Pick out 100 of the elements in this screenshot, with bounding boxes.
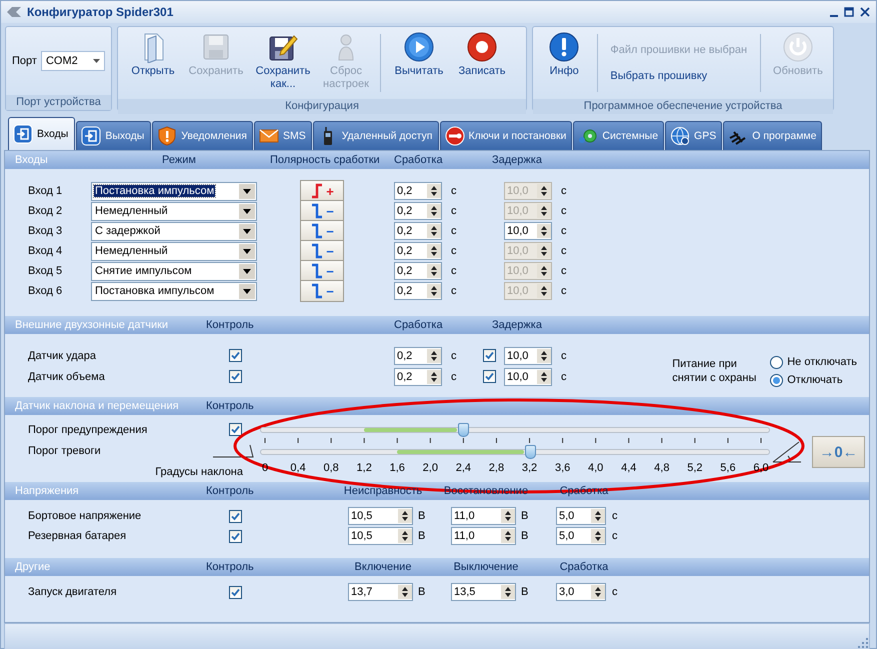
tab[interactable]: Уведомления: [152, 121, 253, 150]
spin-field[interactable]: 10,0: [504, 368, 552, 386]
angle-icon: [772, 440, 802, 464]
checkbox[interactable]: [483, 370, 496, 383]
checkbox[interactable]: [229, 530, 242, 542]
tab[interactable]: GPS: [665, 121, 722, 150]
spin-field[interactable]: 5,0: [556, 507, 606, 525]
info-icon: [548, 31, 580, 63]
spin-arrows-icon: [398, 585, 412, 599]
spin-arrows-icon: [427, 348, 441, 362]
spin-field[interactable]: 0,2: [394, 262, 442, 280]
port-dropdown[interactable]: COM2: [40, 51, 105, 71]
info-button[interactable]: Инфо: [539, 27, 590, 99]
checkbox[interactable]: [229, 510, 242, 522]
toolbar-button[interactable]: Открыть: [124, 27, 182, 99]
polarity-button[interactable]: +: [300, 180, 344, 202]
spin-arrows-icon: [427, 284, 441, 298]
unit-label: с: [612, 586, 618, 598]
spin-field[interactable]: 5,0: [556, 527, 606, 545]
mode-dropdown[interactable]: Немедленный: [91, 202, 257, 220]
checkbox[interactable]: [483, 349, 496, 362]
column-header: Задержка: [492, 319, 542, 331]
mode-dropdown[interactable]: Снятие импульсом: [91, 262, 257, 280]
select-firmware-button[interactable]: Выбрать прошивку: [610, 70, 752, 82]
section-title: Датчик наклона и перемещения: [15, 400, 179, 412]
spin-field[interactable]: 0,2: [394, 368, 442, 386]
spin-field[interactable]: 3,0: [556, 583, 606, 601]
logout-icon: [81, 126, 102, 146]
polarity-button[interactable]: −: [300, 240, 344, 262]
tab[interactable]: SMS: [254, 121, 312, 150]
dropdown-value: Немедленный: [94, 205, 169, 217]
tab[interactable]: Ключи и постановки: [440, 121, 572, 150]
group-caption: Программное обеспечение устройства: [533, 99, 833, 114]
falling-edge-icon: [310, 262, 324, 280]
spin-field[interactable]: 13,5: [451, 583, 516, 601]
spin-field[interactable]: 13,7: [348, 583, 413, 601]
checkbox[interactable]: [229, 586, 242, 598]
tab[interactable]: Входы: [8, 117, 76, 150]
spin-field[interactable]: 0,2: [394, 202, 442, 220]
checkbox[interactable]: [229, 423, 242, 436]
unit-label: с: [612, 530, 618, 542]
play-icon: [403, 31, 435, 63]
unit-label: с: [451, 245, 456, 257]
section-title: Другие: [15, 561, 50, 573]
scale-label: 3,2: [522, 462, 538, 474]
spin-arrows-icon: [501, 529, 515, 543]
unit-label: с: [451, 205, 456, 217]
spin-arrows-icon: [537, 224, 551, 238]
spin-field[interactable]: 10,0: [504, 222, 552, 240]
scale-label: 5,6: [720, 462, 736, 474]
column-header: Контроль: [206, 561, 254, 573]
power-label: Питание при снятии с охраны: [672, 357, 758, 385]
minimize-icon: [830, 15, 838, 17]
zero-button[interactable]: →0←: [812, 436, 865, 468]
toolbar-button[interactable]: Вычитать: [389, 27, 449, 99]
spin-field[interactable]: 0,2: [394, 242, 442, 260]
checkmark-icon: [230, 424, 241, 435]
mode-dropdown[interactable]: С задержкой: [91, 222, 257, 240]
spin-field[interactable]: 11,0: [451, 527, 516, 545]
slider[interactable]: [260, 445, 770, 459]
scale-label: 2,0: [422, 462, 438, 474]
tab[interactable]: О программе: [723, 121, 822, 150]
close-icon: [860, 7, 870, 17]
spin-field[interactable]: 11,0: [451, 507, 516, 525]
spin-field[interactable]: 0,2: [394, 222, 442, 240]
falling-edge-icon: [310, 242, 324, 260]
spin-field[interactable]: 10,5: [348, 527, 413, 545]
mode-dropdown[interactable]: Немедленный: [91, 242, 257, 260]
spin-field[interactable]: 0,2: [394, 346, 442, 364]
polarity-button[interactable]: −: [300, 280, 344, 302]
toolbar-button[interactable]: Записать: [453, 27, 511, 99]
unit-label: с: [451, 185, 456, 197]
spin-field[interactable]: 10,0: [504, 346, 552, 364]
column-header: Контроль: [206, 400, 254, 412]
unit-label: с: [561, 285, 566, 297]
checkbox[interactable]: [229, 370, 242, 383]
mode-dropdown[interactable]: Постановка импульсом: [91, 182, 257, 200]
radio-button[interactable]: [770, 356, 784, 368]
row-label: Вход 1: [28, 185, 62, 197]
mode-dropdown[interactable]: Постановка импульсом: [91, 282, 257, 300]
checkmark-icon: [484, 350, 495, 361]
slider-thumb[interactable]: [458, 423, 470, 437]
polarity-button[interactable]: −: [300, 260, 344, 282]
unit-label: с: [451, 265, 456, 277]
firmware-status: Файл прошивки не выбран: [610, 44, 748, 56]
spin-arrows-icon: [537, 348, 551, 362]
checkbox[interactable]: [229, 349, 242, 362]
tab[interactable]: Удаленный доступ: [312, 121, 438, 150]
toolbar-button[interactable]: Сохранить как...: [250, 27, 316, 99]
spin-field[interactable]: 0,2: [394, 182, 442, 200]
tab[interactable]: Системные: [573, 121, 664, 150]
spin-field[interactable]: 0,2: [394, 282, 442, 300]
slider-thumb[interactable]: [524, 445, 536, 459]
polarity-button[interactable]: −: [300, 200, 344, 222]
radio-button[interactable]: [770, 374, 784, 386]
slider[interactable]: [260, 423, 770, 437]
tab[interactable]: Выходы: [76, 121, 152, 150]
checkmark-icon: [230, 530, 241, 542]
polarity-button[interactable]: −: [300, 220, 344, 242]
spin-field[interactable]: 10,5: [348, 507, 413, 525]
